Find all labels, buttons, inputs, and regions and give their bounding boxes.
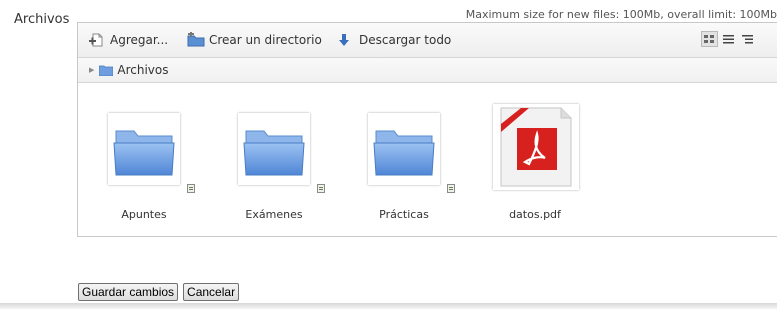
field-label: Archivos <box>14 12 70 27</box>
download-all-label: Descargar todo <box>359 33 452 47</box>
pdf-icon <box>500 107 572 187</box>
bottom-divider <box>0 303 777 309</box>
add-file-icon <box>88 32 104 48</box>
breadcrumb-arrow-icon: ▶ <box>89 66 95 74</box>
file-picker-toolbar: Agregar... Crear un directorio Descargar… <box>78 23 777 58</box>
view-toggle <box>701 31 756 47</box>
download-arrow-icon <box>337 32 353 48</box>
file-list: Apuntes Exámenes Prácticas datos.pdf <box>78 83 777 233</box>
file-details-icon[interactable] <box>317 184 325 193</box>
download-all-button[interactable]: Descargar todo <box>337 32 451 48</box>
add-file-label: Agregar... <box>110 33 169 47</box>
create-folder-label: Crear un directorio <box>209 33 322 47</box>
create-folder-button[interactable]: Crear un directorio <box>187 32 322 48</box>
file-picker: Agregar... Crear un directorio Descargar… <box>77 22 777 237</box>
file-details-icon[interactable] <box>187 184 195 193</box>
form-actions: Guardar cambios Cancelar <box>78 283 240 301</box>
list-view-icon[interactable] <box>720 31 737 47</box>
folder-thumbnail <box>368 113 440 185</box>
file-name: Exámenes <box>245 208 303 221</box>
file-name: Prácticas <box>379 208 429 221</box>
file-name: Apuntes <box>121 208 167 221</box>
breadcrumb: ▶ Archivos <box>78 58 777 83</box>
icon-view-icon[interactable] <box>701 31 718 47</box>
breadcrumb-folder-icon <box>99 65 114 76</box>
breadcrumb-current[interactable]: Archivos <box>117 63 168 77</box>
pdf-thumbnail <box>493 104 579 190</box>
folder-icon <box>113 130 175 176</box>
tree-view-icon[interactable] <box>739 31 756 47</box>
folder-icon <box>373 130 435 176</box>
file-size-limit-note: Maximum size for new files: 100Mb, overa… <box>465 8 777 21</box>
add-file-button[interactable]: Agregar... <box>88 32 168 48</box>
cancel-button[interactable]: Cancelar <box>183 283 240 301</box>
create-folder-icon <box>187 32 205 48</box>
folder-thumbnail <box>238 113 310 185</box>
save-changes-button[interactable]: Guardar cambios <box>78 283 179 301</box>
folder-thumbnail <box>108 113 180 185</box>
file-details-icon[interactable] <box>447 184 455 193</box>
file-name: datos.pdf <box>509 208 561 221</box>
folder-icon <box>243 130 305 176</box>
